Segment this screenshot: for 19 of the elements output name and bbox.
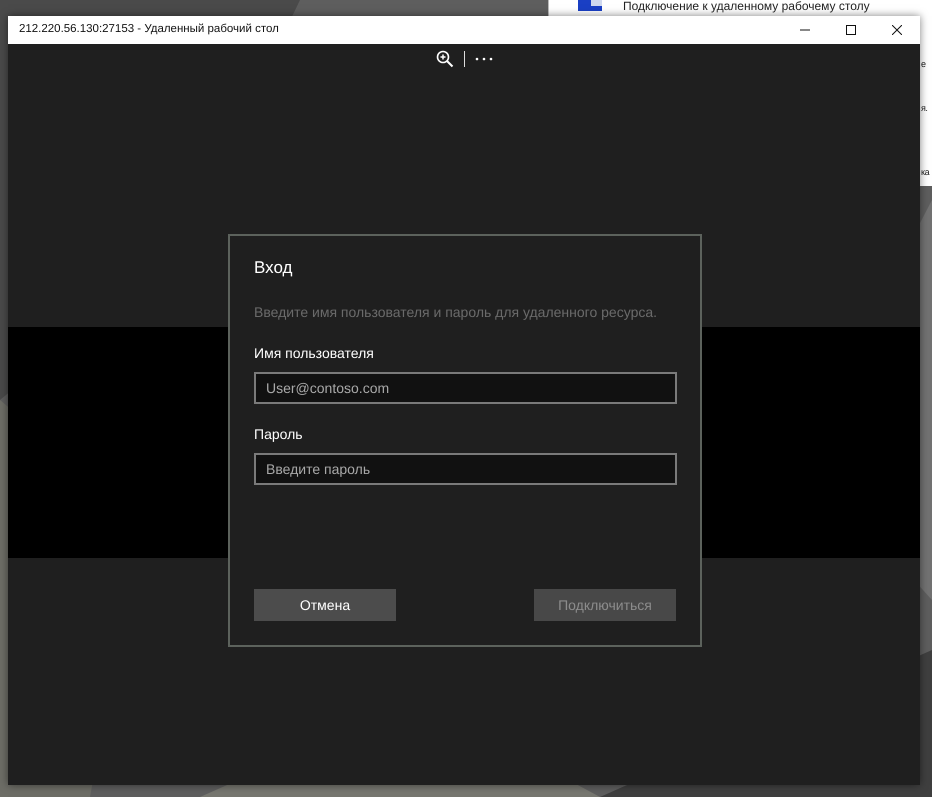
label-text: я. bbox=[921, 102, 928, 115]
input-field[interactable]: Введите пароль bbox=[254, 453, 677, 486]
cancel-button[interactable]: Отмена bbox=[254, 589, 396, 621]
window-title: 212.220.56.130:27153 - Удаленный рабочий стол bbox=[18, 22, 280, 38]
label-text: ка bbox=[921, 166, 930, 179]
dialog-title: Вход bbox=[254, 258, 294, 278]
monitor-icon bbox=[577, 0, 603, 12]
close-icon bbox=[892, 25, 902, 35]
label-text: е bbox=[921, 58, 926, 71]
field-label: Имя пользователя bbox=[254, 344, 375, 364]
zoom-icon bbox=[436, 50, 454, 68]
field-label: Пароль bbox=[254, 425, 304, 444]
more-icon bbox=[474, 57, 492, 61]
maximize-icon bbox=[846, 25, 856, 35]
dialog-subtitle: Введите имя пользователя и пароль для удаленного ресурса. bbox=[254, 303, 658, 322]
window-title: Подключение к удаленному рабочему столу bbox=[623, 0, 870, 15]
more-button[interactable] bbox=[472, 55, 494, 63]
zoom-button[interactable] bbox=[434, 48, 456, 70]
input-field[interactable]: User@contoso.com bbox=[254, 372, 677, 404]
